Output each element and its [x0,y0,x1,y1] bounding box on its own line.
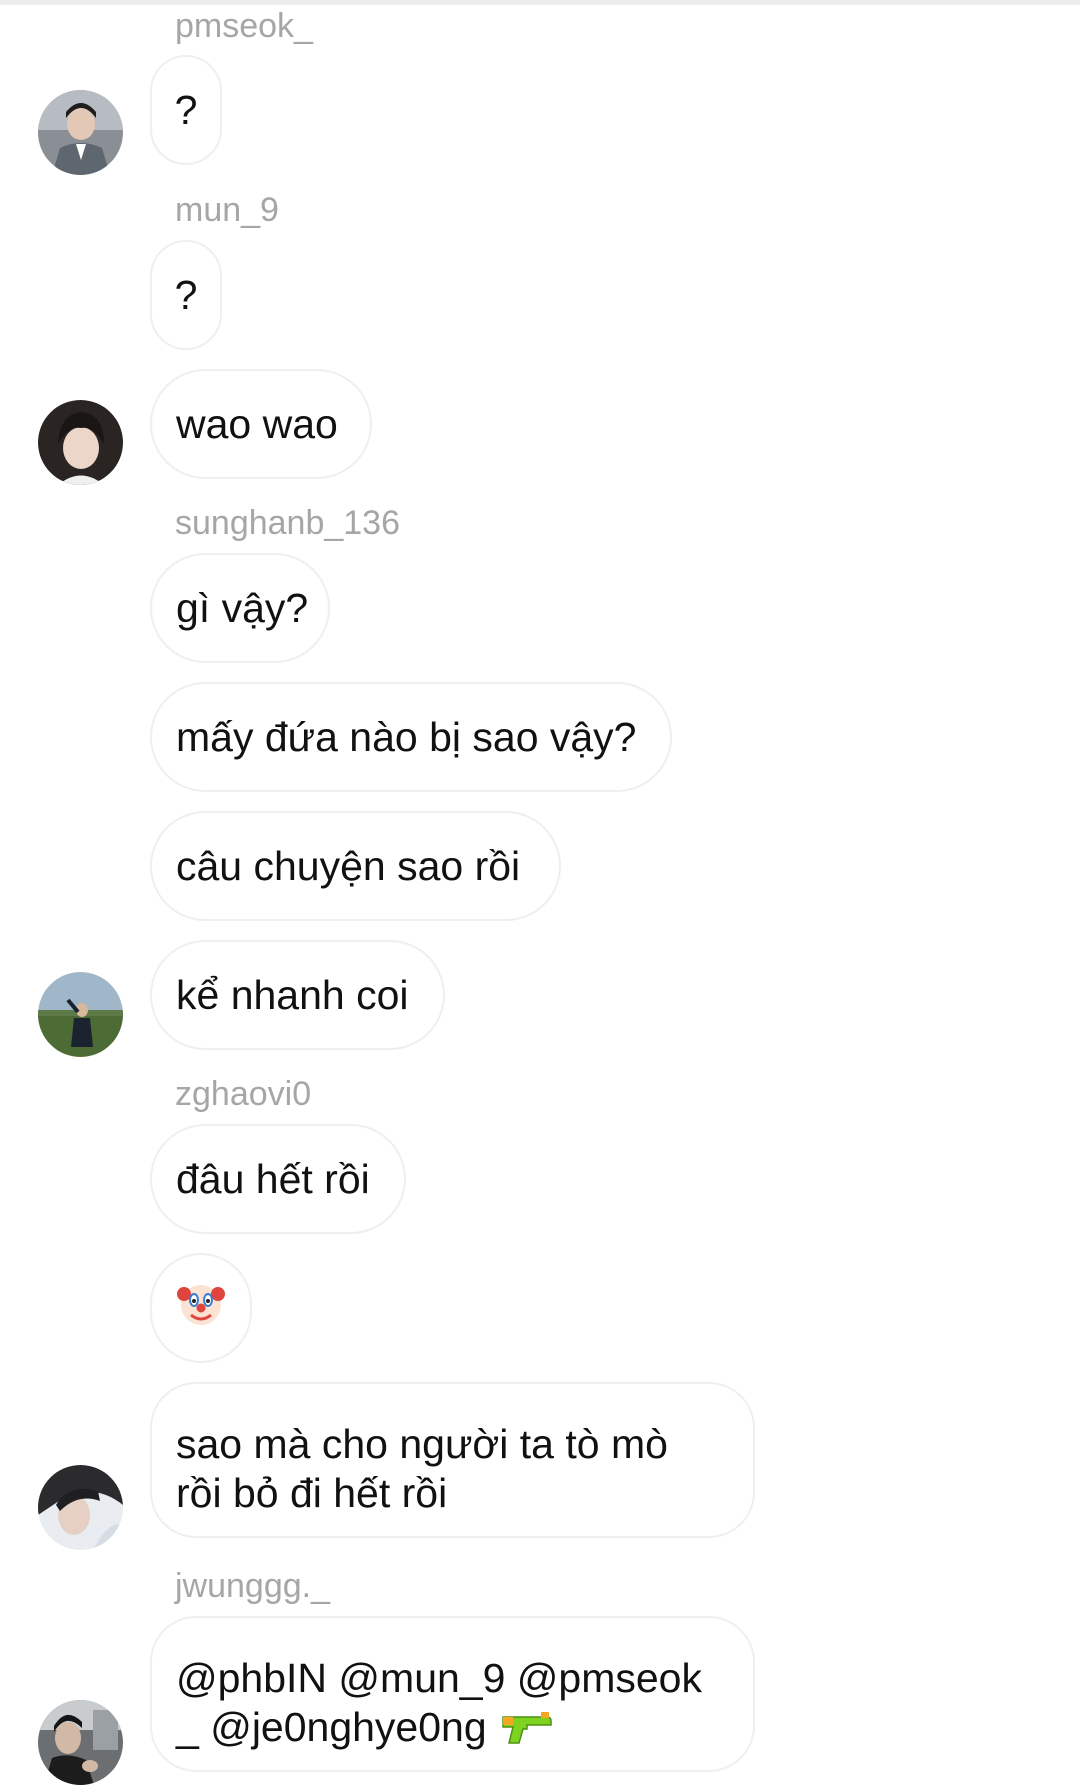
message-text: mấy đứa nào bị sao vậy? [176,713,637,760]
message-line: @phbIN @mun_9 @pmseok [176,1655,702,1701]
message-bubble[interactable]: câu chuyện sao rồi [150,811,561,921]
message-line: sao mà cho người ta tò mò [176,1421,668,1467]
message-text: câu chuyện sao rồi [176,842,521,889]
message-line: _ @je0nghye0ng [176,1703,702,1752]
message-line: rồi bỏ đi hết rồi [176,1470,448,1516]
message-text: kể nhanh coi [176,971,409,1018]
message-text: gì vậy? [176,584,309,631]
water-pistol-emoji-icon [501,1711,553,1745]
message-text: sao mà cho người ta tò mò rồi bỏ đi hết … [176,1384,668,1518]
message-bubble[interactable]: @phbIN @mun_9 @pmseok _ @je0nghye0ng [150,1616,755,1772]
sender-username: mun_9 [175,191,279,229]
message-bubble[interactable]: ? [150,240,222,350]
sender-username: sunghanb_136 [175,504,401,542]
sender-username: jwunggg._ [175,1567,331,1605]
clown-face-emoji-icon [176,1278,226,1339]
avatar[interactable] [38,972,123,1057]
sender-username: pmseok_ [175,7,313,45]
message-text: đâu hết rồi [176,1155,370,1202]
message-text: @phbIN @mun_9 @pmseok _ @je0nghye0ng [176,1618,702,1752]
avatar[interactable] [38,1700,123,1785]
sender-username: zghaovi0 [175,1075,312,1113]
message-text: ? [174,271,198,318]
message-text: wao wao [176,400,338,447]
message-line-text: _ @je0nghye0ng [176,1704,487,1750]
message-bubble[interactable]: sao mà cho người ta tò mò rồi bỏ đi hết … [150,1382,755,1538]
message-bubble[interactable]: mấy đứa nào bị sao vậy? [150,682,672,792]
message-bubble[interactable]: gì vậy? [150,553,330,663]
message-text: ? [174,86,198,133]
message-bubble[interactable]: ? [150,55,222,165]
avatar[interactable] [38,90,123,175]
top-divider [0,0,1080,5]
avatar[interactable] [38,1465,123,1550]
message-bubble[interactable]: đâu hết rồi [150,1124,406,1234]
message-bubble[interactable]: wao wao [150,369,372,479]
emoji-message-bubble[interactable] [150,1253,252,1363]
avatar[interactable] [38,400,123,485]
message-bubble[interactable]: kể nhanh coi [150,940,445,1050]
